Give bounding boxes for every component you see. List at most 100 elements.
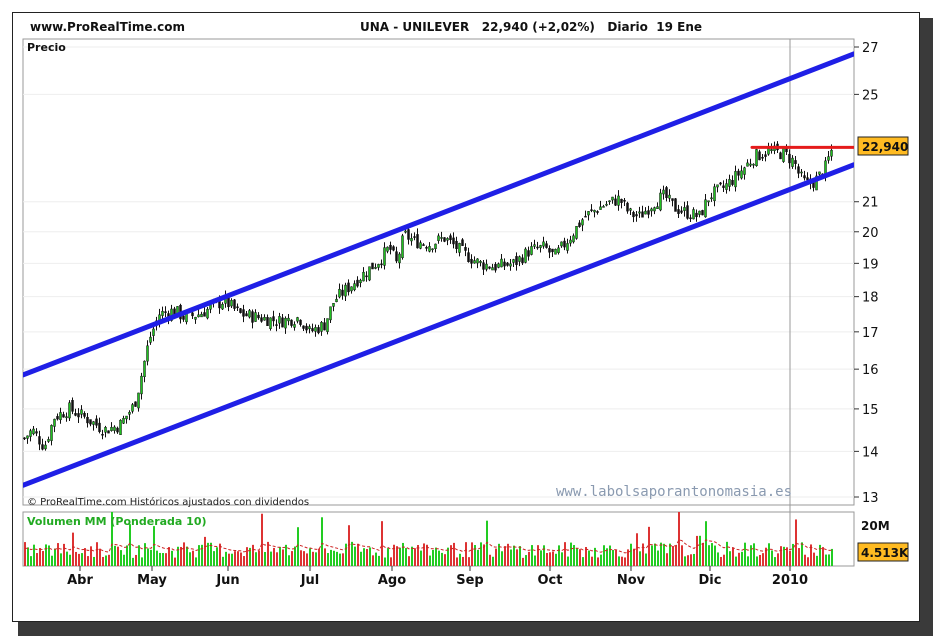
candle-body	[80, 409, 83, 415]
volume-bar	[114, 545, 116, 566]
candle-body	[557, 247, 560, 254]
candle-body	[458, 243, 461, 253]
volume-bar	[813, 552, 815, 566]
volume-bar	[435, 547, 437, 566]
candle-body	[728, 179, 731, 187]
volume-bar	[555, 553, 557, 566]
candle-body	[800, 171, 803, 174]
volume-bar	[141, 557, 143, 566]
candle-body	[590, 209, 593, 211]
candle-body	[596, 211, 599, 213]
candle-body	[326, 318, 329, 332]
volume-bar	[54, 548, 56, 566]
volume-bar	[63, 543, 65, 566]
volume-bar	[504, 546, 506, 566]
volume-bar	[465, 542, 467, 566]
volume-bar	[579, 549, 581, 566]
volume-bar	[546, 552, 548, 566]
volume-bar	[384, 557, 386, 566]
candle-body	[743, 167, 746, 175]
candle-body	[542, 241, 545, 247]
candle-body	[530, 246, 533, 255]
volume-bar	[732, 547, 734, 566]
candle-body	[503, 261, 506, 267]
candle-body	[428, 246, 431, 252]
volume-bar	[441, 552, 443, 566]
candle-body	[137, 392, 140, 409]
volume-bar	[432, 549, 434, 566]
candle-body	[473, 260, 476, 264]
volume-bar	[684, 556, 686, 566]
y-tick-label: 15	[862, 403, 879, 418]
volume-bar	[81, 553, 83, 566]
volume-bar	[339, 553, 341, 566]
candle-body	[407, 229, 410, 240]
candle-body	[191, 312, 194, 317]
candle-body	[620, 198, 623, 203]
candle-body	[656, 206, 659, 209]
volume-bar	[747, 556, 749, 566]
candle-body	[482, 262, 485, 270]
volume-bar	[495, 548, 497, 566]
volume-bar	[375, 552, 377, 566]
volume-bar	[105, 555, 107, 566]
volume-bar	[444, 554, 446, 566]
volume-bar	[153, 526, 155, 566]
volume-bar	[645, 553, 647, 566]
candle-body	[506, 262, 509, 266]
volume-bar	[522, 557, 524, 566]
candle-body	[320, 322, 323, 332]
volume-bar	[372, 555, 374, 566]
candle-body	[380, 263, 383, 266]
y-tick-label: 19	[862, 257, 879, 272]
candle-body	[194, 316, 197, 320]
candle-body	[281, 317, 284, 328]
candle-body	[251, 311, 254, 323]
volume-bar	[255, 552, 257, 566]
volume-bar	[513, 545, 515, 566]
volume-bar	[45, 544, 47, 566]
candle-body	[245, 313, 248, 317]
volume-bar	[501, 551, 503, 566]
volume-bar	[453, 542, 455, 566]
volume-bar	[807, 557, 809, 566]
volume-bar	[330, 549, 332, 566]
volume-bar	[720, 556, 722, 566]
volume-bar	[264, 551, 266, 566]
candle-body	[704, 199, 707, 218]
candle-body	[344, 284, 347, 297]
volume-bar	[24, 542, 26, 566]
candle-body	[671, 198, 674, 201]
volume-bar	[828, 554, 830, 566]
volume-bar	[549, 552, 551, 566]
candle-body	[632, 212, 635, 218]
candle-body	[758, 151, 761, 161]
volume-bar	[309, 548, 311, 566]
candle-body	[665, 187, 668, 198]
volume-bar	[525, 555, 527, 566]
y-tick-label: 20	[862, 226, 879, 241]
volume-bar	[99, 548, 101, 566]
volume-bar	[90, 546, 92, 566]
volume-bar	[75, 551, 77, 566]
volume-bar	[132, 557, 134, 566]
volume-bar	[480, 542, 482, 566]
candle-body	[140, 375, 143, 395]
x-tick-label: Jul	[300, 573, 320, 588]
candle-body	[497, 263, 500, 268]
candle-body	[404, 230, 407, 233]
volume-bar	[540, 550, 542, 566]
candle-body	[410, 238, 413, 242]
volume-bar	[96, 542, 98, 566]
volume-bar	[717, 552, 719, 566]
last-volume-label: 4.513K	[861, 546, 909, 560]
candle-body	[827, 156, 830, 161]
candle-body	[107, 430, 110, 434]
volume-bar	[600, 554, 602, 566]
volume-bar	[474, 545, 476, 566]
volume-bar	[144, 543, 146, 566]
candle-body	[197, 314, 200, 318]
volume-bar	[33, 544, 35, 566]
volume-bar	[510, 549, 512, 566]
candle-body	[329, 306, 332, 321]
